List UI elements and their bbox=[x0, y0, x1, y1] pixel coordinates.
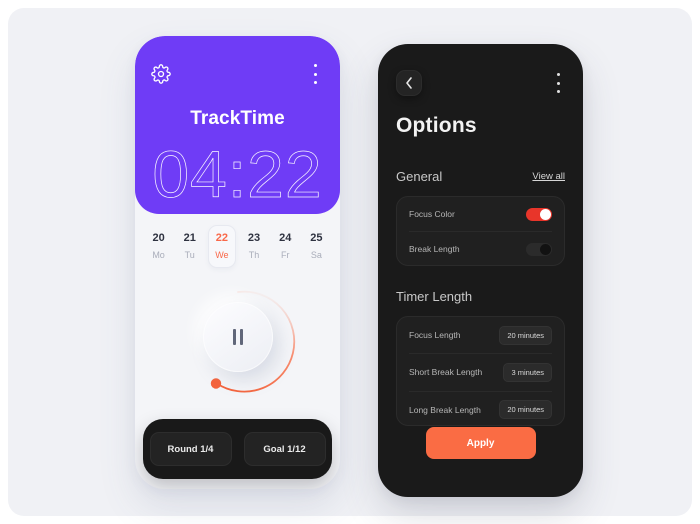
setting-label: Focus Color bbox=[409, 209, 455, 219]
date-cell-3[interactable]: 23 Th bbox=[241, 226, 267, 267]
timer-header: TrackTime 04:22 bbox=[135, 36, 340, 214]
date-weekday: Th bbox=[248, 249, 260, 260]
date-number: 22 bbox=[215, 231, 229, 244]
date-weekday: We bbox=[215, 249, 229, 260]
focus-length-value[interactable]: 20 minutes bbox=[499, 325, 552, 345]
round-counter-chip[interactable]: Round 1/4 bbox=[149, 432, 232, 466]
stats-bar: Round 1/4 Goal 1/12 bbox=[143, 419, 332, 479]
long-break-length-value[interactable]: 20 minutes bbox=[499, 400, 552, 420]
date-weekday: Mo bbox=[152, 249, 165, 260]
date-cell-5[interactable]: 25 Sa bbox=[303, 226, 329, 267]
date-number: 24 bbox=[279, 231, 292, 244]
setting-row-focus-color: Focus Color bbox=[409, 197, 552, 231]
date-weekday: Sa bbox=[310, 249, 322, 260]
timer-display: 04:22 bbox=[152, 137, 323, 211]
chevron-left-icon[interactable] bbox=[396, 70, 422, 96]
apply-button[interactable]: Apply bbox=[425, 427, 536, 459]
break-length-toggle[interactable] bbox=[526, 242, 552, 256]
setting-label: Long Break Length bbox=[409, 404, 481, 415]
short-break-length-value[interactable]: 3 minutes bbox=[503, 362, 552, 382]
date-weekday: Fr bbox=[280, 249, 290, 260]
date-strip: 20 Mo 21 Tu 22 We 23 Th 24 Fr 25 Sa bbox=[135, 218, 340, 274]
date-number: 23 bbox=[247, 231, 261, 244]
date-number: 20 bbox=[152, 231, 165, 244]
setting-row-long-break-length: Long Break Length 20 minutes bbox=[409, 390, 552, 428]
section-heading-timer-length: Timer Length bbox=[396, 289, 473, 304]
setting-label: Break Length bbox=[409, 244, 460, 254]
dot bbox=[313, 72, 317, 76]
date-cell-4[interactable]: 24 Fr bbox=[272, 226, 298, 267]
date-number: 21 bbox=[183, 231, 196, 244]
focus-color-toggle[interactable] bbox=[526, 207, 552, 221]
pause-icon[interactable] bbox=[202, 302, 273, 372]
general-settings-card: Focus Color Break Length bbox=[396, 196, 565, 266]
goal-counter-chip[interactable]: Goal 1/12 bbox=[243, 432, 326, 466]
date-cell-0[interactable]: 20 Mo bbox=[146, 226, 172, 267]
toggle-knob bbox=[540, 243, 551, 255]
pause-bar bbox=[239, 329, 243, 345]
dot bbox=[313, 81, 317, 84]
setting-row-break-length: Break Length bbox=[409, 231, 552, 266]
timer-phone-screen: TrackTime 04:22 20 Mo 21 Tu 22 We 23 Th … bbox=[135, 36, 340, 489]
timer-length-card: Focus Length 20 minutes Short Break Leng… bbox=[396, 316, 565, 426]
page-title: Options bbox=[396, 114, 477, 137]
setting-row-focus-length: Focus Length 20 minutes bbox=[409, 317, 552, 353]
gear-icon[interactable] bbox=[151, 64, 171, 84]
setting-row-short-break-length: Short Break Length 3 minutes bbox=[409, 353, 552, 390]
options-phone-screen: Options General View all Focus Color Bre… bbox=[378, 44, 583, 497]
dot bbox=[556, 73, 560, 76]
date-weekday: Tu bbox=[184, 249, 195, 260]
section-heading-general: General bbox=[396, 169, 443, 184]
more-vertical-icon[interactable] bbox=[308, 64, 322, 84]
date-number: 25 bbox=[310, 231, 323, 244]
pause-bar bbox=[232, 329, 236, 345]
date-cell-2-selected[interactable]: 22 We bbox=[207, 224, 236, 268]
progress-handle[interactable] bbox=[210, 378, 221, 389]
setting-label: Short Break Length bbox=[409, 367, 483, 378]
date-cell-1[interactable]: 21 Tu bbox=[177, 226, 203, 267]
dot bbox=[556, 81, 560, 85]
app-title: TrackTime bbox=[190, 108, 285, 129]
app-canvas: TrackTime 04:22 20 Mo 21 Tu 22 We 23 Th … bbox=[8, 8, 692, 516]
dot bbox=[556, 90, 560, 93]
dot bbox=[313, 64, 317, 67]
view-all-link[interactable]: View all bbox=[532, 171, 565, 182]
more-vertical-icon[interactable] bbox=[551, 73, 565, 93]
toggle-knob bbox=[540, 208, 551, 220]
timer-dial bbox=[135, 276, 340, 436]
setting-label: Focus Length bbox=[409, 330, 461, 341]
